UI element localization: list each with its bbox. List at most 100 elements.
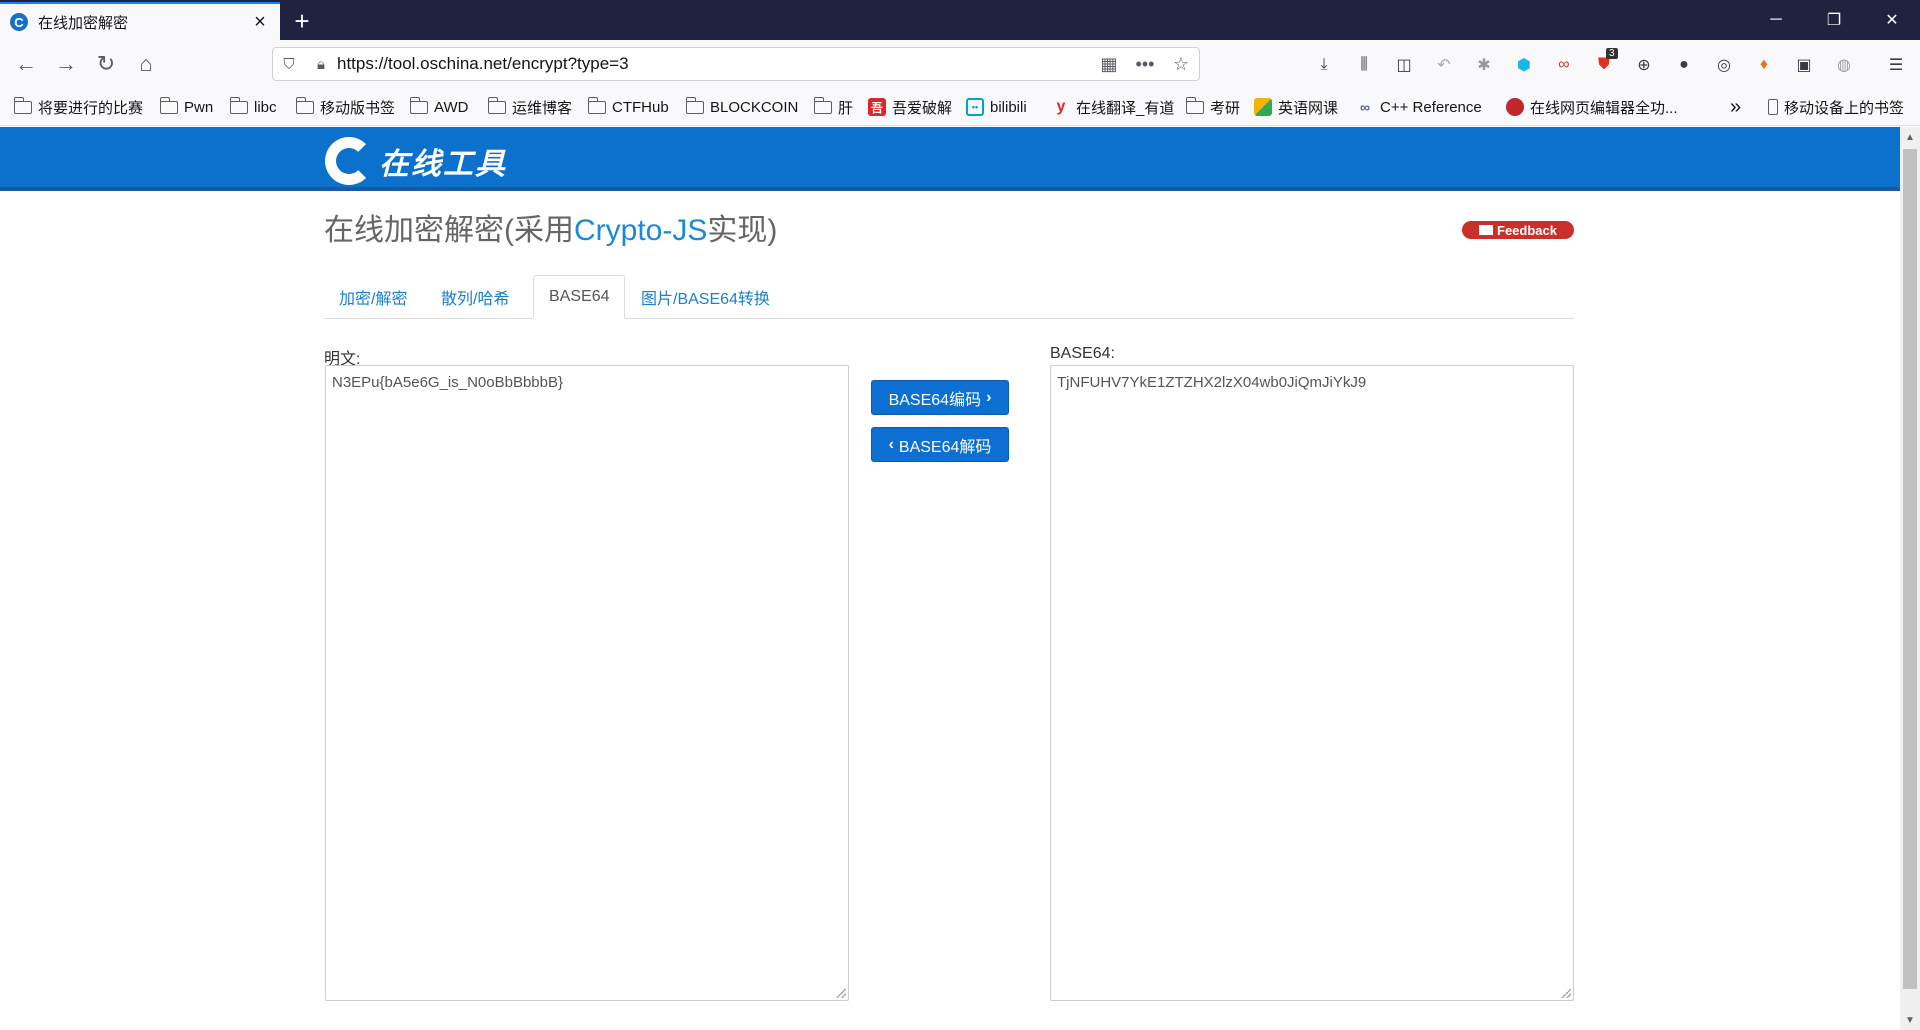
base64-encode-button[interactable]: BASE64编码 › (871, 380, 1009, 415)
folder-icon (813, 96, 832, 114)
title-highlight: Crypto-JS (574, 214, 708, 247)
base64-decode-button[interactable]: ‹ BASE64解码 (871, 427, 1009, 462)
page-content: 在线工具 在线加密解密(采用Crypto-JS实现) Feedback 加密/解… (0, 127, 1900, 1030)
bookmark-folder[interactable]: 运维博客 (487, 96, 573, 118)
title-suffix: 实现) (707, 214, 778, 247)
tab-title: 在线加密解密 (38, 14, 129, 32)
close-tab-icon[interactable]: × (250, 11, 270, 34)
resize-grip-icon[interactable] (1561, 988, 1571, 998)
folder-icon (295, 96, 314, 114)
site-header: 在线工具 (0, 127, 1900, 191)
bookmark-link[interactable]: 吾吾爱破解 (868, 96, 952, 118)
lock-icon[interactable]: 🔒︎ (305, 56, 337, 73)
base64-label: BASE64: (1050, 345, 1115, 362)
extension-puzzle-icon[interactable]: ✱ (1473, 54, 1495, 76)
title-prefix: 在线加密解密(采用 (324, 214, 574, 247)
restore-icon[interactable]: ❐ (1806, 0, 1862, 40)
sidebar-icon[interactable]: ◫ (1393, 54, 1415, 76)
folder-icon (587, 96, 606, 114)
page-scrollbar[interactable]: ▲ ▼ (1900, 127, 1920, 1030)
extension-cube-icon[interactable]: ⬢ (1513, 54, 1535, 76)
bookmark-folder[interactable]: CTFHub (587, 96, 669, 118)
tracking-shield-icon[interactable]: ⛉ (273, 56, 305, 73)
forward-icon[interactable]: → (50, 48, 82, 80)
52pojie-icon: 吾 (868, 98, 886, 116)
folder-icon (13, 96, 32, 114)
minimize-icon[interactable]: ─ (1748, 0, 1804, 40)
scroll-thumb[interactable] (1903, 149, 1917, 989)
url-text[interactable]: https://tool.oschina.net/encrypt?type=3 (337, 54, 1091, 74)
undo-icon[interactable]: ↶ (1433, 54, 1455, 76)
folder-icon (1185, 96, 1204, 114)
editor-icon (1506, 98, 1524, 116)
address-bar[interactable]: ⛉ 🔒︎ https://tool.oschina.net/encrypt?ty… (272, 47, 1200, 81)
tool-tabs: 加密/解密 散列/哈希 BASE64 图片/BASE64转换 (324, 275, 1574, 319)
back-icon[interactable]: ← (10, 48, 42, 80)
feedback-button[interactable]: Feedback (1462, 221, 1574, 239)
chevron-right-icon: › (986, 388, 992, 406)
tab-encrypt-decrypt[interactable]: 加密/解密 (324, 275, 422, 319)
bookmarks-overflow-icon[interactable]: » (1730, 96, 1741, 118)
scroll-up-icon[interactable]: ▲ (1900, 127, 1920, 147)
extension-world-icon[interactable]: ◍ (1833, 54, 1855, 76)
bookmark-folder[interactable]: 肝 (813, 96, 853, 118)
bookmark-link[interactable]: y 在线翻译_有道 (1052, 96, 1175, 118)
mobile-icon (1768, 99, 1778, 115)
bookmark-link[interactable]: •• bilibili (966, 96, 1027, 118)
menu-icon[interactable]: ☰ (1885, 54, 1907, 76)
bookmark-folder[interactable]: libc (229, 96, 277, 118)
plaintext-textarea[interactable]: N3EPu{bA5e6G_is_N0oBbBbbbB} (325, 365, 849, 1001)
extension-glasses-icon[interactable]: ∞ (1553, 54, 1575, 76)
extension-swirl-icon[interactable]: ◎ (1713, 54, 1735, 76)
mobile-bookmarks[interactable]: 移动设备上的书签 (1768, 96, 1904, 118)
qr-code-icon[interactable]: ▦ (1091, 54, 1127, 75)
bookmark-folder[interactable]: 移动版书签 (295, 96, 395, 118)
base64-value[interactable]: TjNFUHV7YkE1ZTZHX2lzX04wb0JiQmJiYkJ9 (1057, 374, 1366, 391)
extension-dots-icon[interactable]: ● (1673, 54, 1695, 76)
window-close-icon[interactable]: ✕ (1864, 0, 1920, 40)
page-actions-icon[interactable]: ••• (1127, 54, 1163, 75)
feedback-label: Feedback (1497, 222, 1557, 238)
bookmark-folder[interactable]: AWD (409, 96, 469, 118)
bookmark-label: AWD (434, 98, 469, 116)
oschina-favicon-icon: C (10, 13, 28, 31)
bookmark-label: 吾爱破解 (892, 99, 953, 117)
bookmark-star-icon[interactable]: ☆ (1163, 54, 1199, 75)
bookmark-label: CTFHub (612, 98, 669, 116)
reload-icon[interactable]: ↻ (90, 48, 122, 80)
scroll-down-icon[interactable]: ▼ (1900, 1010, 1920, 1030)
browser-tab[interactable]: C 在线加密解密 × (0, 2, 280, 40)
metamask-fox-icon[interactable]: ♦ (1753, 54, 1775, 76)
bookmark-link[interactable]: ∞ C++ Reference (1356, 96, 1482, 118)
bookmark-link[interactable]: 英语网课 (1254, 96, 1338, 118)
tab-hash[interactable]: 散列/哈希 (426, 275, 524, 319)
home-icon[interactable]: ⌂ (130, 48, 162, 80)
encode-label: BASE64编码 (888, 391, 982, 409)
bookmark-folder[interactable]: 考研 (1185, 96, 1240, 118)
translate-globe-icon[interactable]: ⊕ (1633, 54, 1655, 76)
bookmark-label: 运维博客 (512, 99, 573, 117)
bookmark-label: BLOCKCOIN (710, 98, 799, 116)
bookmark-folder[interactable]: Pwn (159, 96, 213, 118)
site-logo[interactable]: 在线工具 (325, 137, 507, 185)
bookmarks-toolbar: 将要进行的比赛 Pwn libc 移动版书签 AWD 运维博客 CTFHub B… (0, 88, 1920, 126)
downloads-icon[interactable]: ⤓ (1313, 54, 1335, 76)
bookmark-link[interactable]: 在线网页编辑器全功... (1506, 96, 1678, 118)
mail-icon (1479, 225, 1493, 235)
tab-image-base64[interactable]: 图片/BASE64转换 (626, 275, 785, 319)
resize-grip-icon[interactable] (836, 988, 846, 998)
folder-icon (685, 96, 704, 114)
plaintext-value[interactable]: N3EPu{bA5e6G_is_N0oBbBbbbB} (332, 374, 563, 391)
tab-base64[interactable]: BASE64 (533, 275, 626, 319)
extension-tab-icon[interactable]: ▣ (1793, 54, 1815, 76)
base64-textarea[interactable]: TjNFUHV7YkE1ZTZHX2lzX04wb0JiQmJiYkJ9 (1050, 365, 1574, 1001)
bookmark-label: 英语网课 (1278, 99, 1339, 117)
browser-tab-strip: C 在线加密解密 × + ─ ❐ ✕ (0, 0, 1920, 40)
new-tab-icon[interactable]: + (288, 6, 316, 37)
bookmark-label: C++ Reference (1380, 98, 1482, 116)
bookmark-folder[interactable]: BLOCKCOIN (685, 96, 799, 118)
bookmark-folder[interactable]: 将要进行的比赛 (13, 96, 143, 118)
library-icon[interactable]: ⫼ (1353, 54, 1375, 76)
english-course-icon (1254, 98, 1272, 116)
folder-icon (229, 96, 248, 114)
